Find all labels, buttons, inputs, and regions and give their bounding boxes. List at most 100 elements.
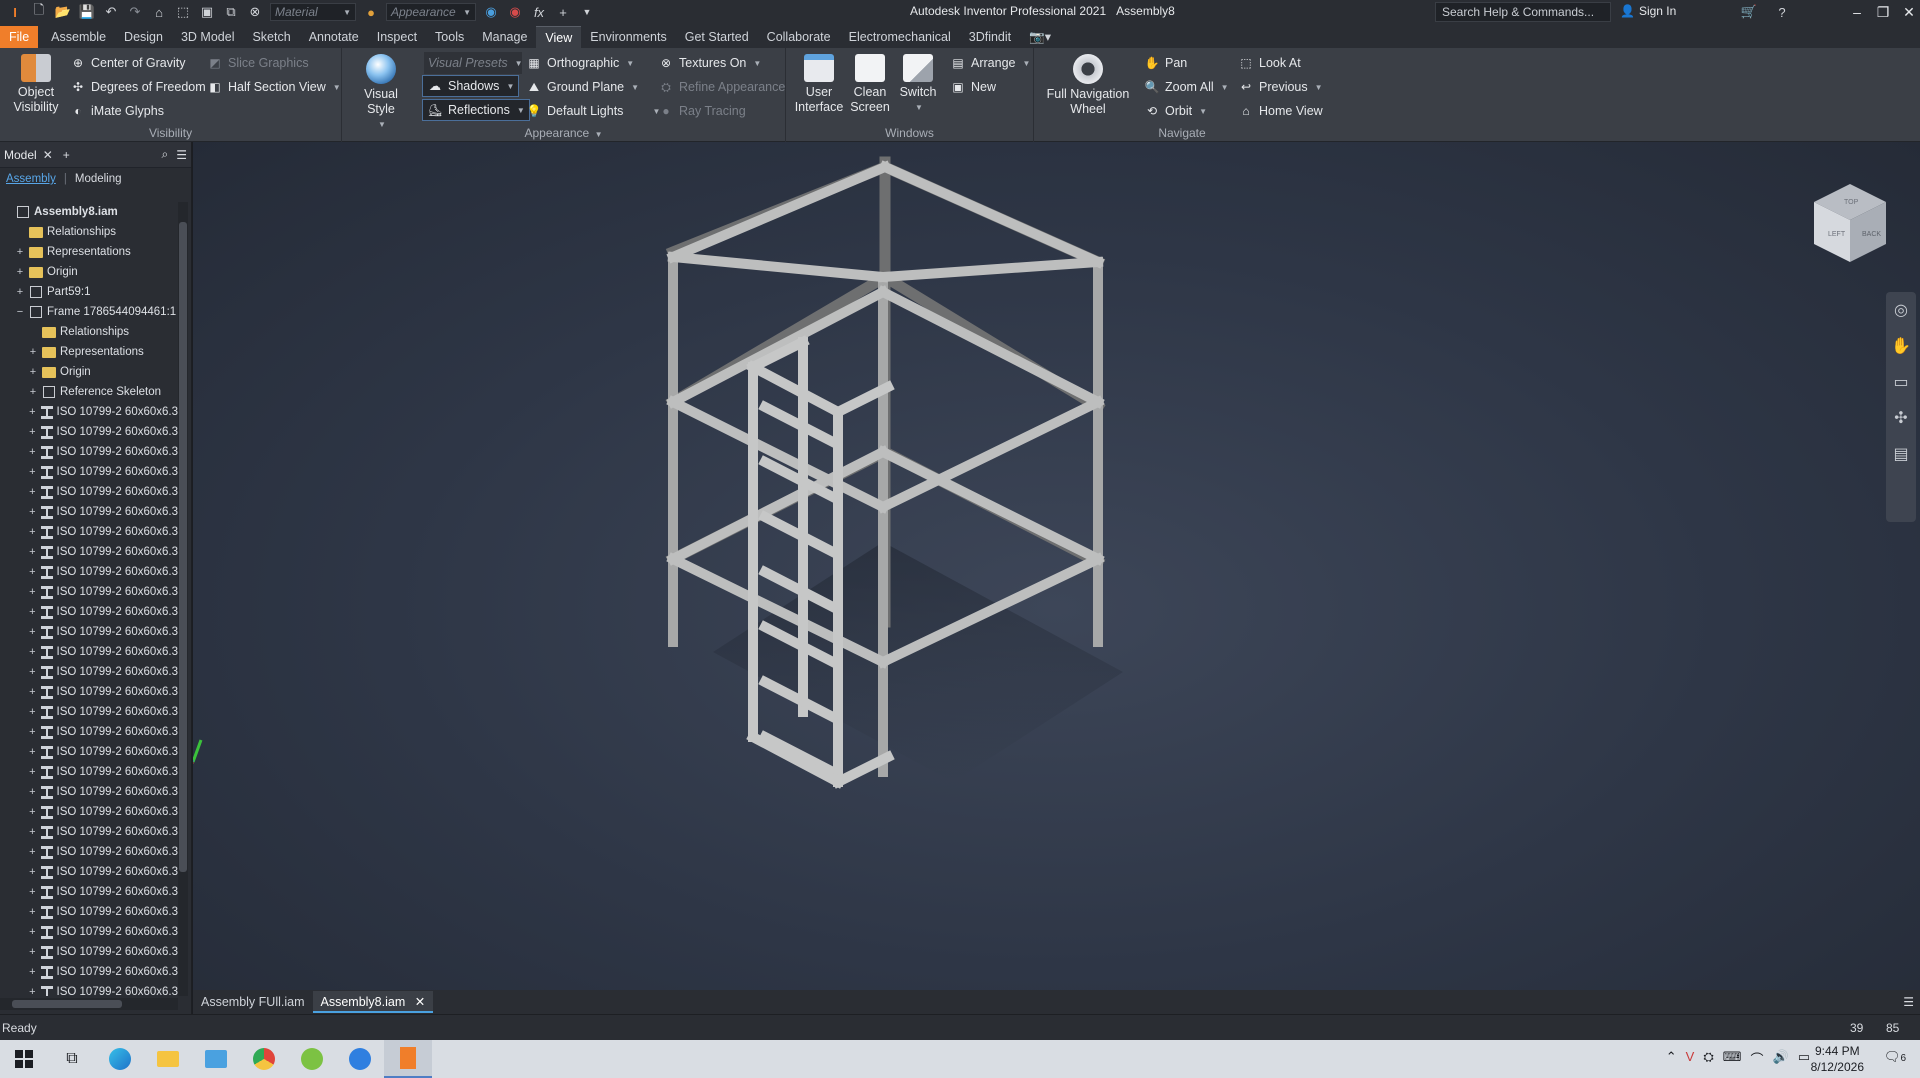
browser-node[interactable]: + ISO 10799-2 60x60x6.3 <box>0 802 178 822</box>
user-interface-button[interactable]: User Interface <box>795 54 843 115</box>
tab-design[interactable]: Design <box>115 26 172 48</box>
file-explorer-app[interactable] <box>144 1040 192 1078</box>
expand-toggle-icon[interactable]: + <box>28 746 37 758</box>
browser-node[interactable]: + Part59:1 <box>0 282 178 302</box>
sign-in-button[interactable]: 👤 Sign In <box>1620 4 1676 18</box>
expand-toggle-icon[interactable]: + <box>28 866 37 878</box>
expand-toggle-icon[interactable]: + <box>28 386 38 398</box>
browser-node[interactable]: + ISO 10799-2 60x60x6.3 <box>0 422 178 442</box>
ribbon-camera-menu-icon[interactable]: 📷▾ <box>1020 26 1060 48</box>
degrees-of-freedom-button[interactable]: ✣ Degrees of Freedom <box>70 76 206 98</box>
expand-toggle-icon[interactable]: + <box>28 466 37 478</box>
look-at-button[interactable]: ⬚ Look At <box>1238 52 1300 74</box>
browser-node[interactable]: + ISO 10799-2 60x60x6.3 <box>0 982 178 996</box>
add-browser-tab-icon[interactable]: + <box>63 148 70 162</box>
browser-node[interactable]: + ISO 10799-2 60x60x6.3 <box>0 602 178 622</box>
expand-toggle-icon[interactable]: + <box>28 986 37 996</box>
appearance-panel-title[interactable]: Appearance ▼ <box>342 126 785 140</box>
full-navigation-wheel-button[interactable]: Full Navigation Wheel <box>1042 54 1134 117</box>
browser-node[interactable]: + ISO 10799-2 60x60x6.3 <box>0 742 178 762</box>
browser-scroll-thumb[interactable] <box>179 222 187 872</box>
expand-toggle-icon[interactable]: + <box>28 766 37 778</box>
tab-view[interactable]: View <box>536 26 582 48</box>
nav-look-at-icon[interactable]: ▤ <box>1886 436 1916 472</box>
zoom-all-button[interactable]: 🔍 Zoom All ▼ <box>1144 76 1229 98</box>
open-icon[interactable]: 📂 <box>54 3 72 21</box>
search-help-input[interactable]: Search Help & Commands... <box>1435 2 1611 22</box>
default-lights-combo[interactable]: 💡 Default Lights ▼ <box>526 100 661 122</box>
browser-node[interactable]: + ISO 10799-2 60x60x6.3 <box>0 862 178 882</box>
expand-toggle-icon[interactable]: + <box>15 246 25 258</box>
browser-node[interactable]: + Representations <box>0 242 178 262</box>
browser-node[interactable]: + Representations <box>0 342 178 362</box>
material-combo[interactable]: Material ▼ <box>270 3 356 21</box>
pan-button[interactable]: ✋ Pan <box>1144 52 1188 74</box>
expand-toggle-icon[interactable]: + <box>28 906 37 918</box>
model-tab[interactable]: Model <box>4 148 37 162</box>
switch-button[interactable]: Switch ▼ <box>896 54 940 115</box>
home-view-button[interactable]: ⌂ Home View <box>1238 100 1322 122</box>
browser-node[interactable]: Relationships <box>0 222 178 242</box>
graphics-viewport[interactable]: LEFT BACK TOP ◎ ✋ ▭ ✣ ▤ <box>193 142 1920 990</box>
browser-node[interactable]: + ISO 10799-2 60x60x6.3 <box>0 782 178 802</box>
expand-toggle-icon[interactable]: + <box>28 946 37 958</box>
green-app[interactable] <box>288 1040 336 1078</box>
zalo-app[interactable] <box>336 1040 384 1078</box>
browser-node[interactable]: + Reference Skeleton <box>0 382 178 402</box>
expand-toggle-icon[interactable]: + <box>28 486 37 498</box>
orbit-button[interactable]: ⟲ Orbit ▼ <box>1144 100 1207 122</box>
expand-toggle-icon[interactable]: + <box>28 626 37 638</box>
browser-node[interactable]: − Frame 1786544094461:1 <box>0 302 178 322</box>
browser-vertical-scrollbar[interactable] <box>178 202 188 996</box>
tab-manage[interactable]: Manage <box>473 26 536 48</box>
close-window-button[interactable]: ✕ <box>1898 2 1920 22</box>
notifications-button[interactable]: 🗨6 <box>1884 1049 1906 1065</box>
clear-appearance-icon[interactable]: ⊗ <box>246 3 264 21</box>
start-button[interactable] <box>0 1040 48 1078</box>
task-view-button[interactable]: ⧉ <box>48 1040 96 1078</box>
nav-zoom-icon[interactable]: ▭ <box>1886 364 1916 400</box>
expand-toggle-icon[interactable]: + <box>28 366 38 378</box>
arrange-button[interactable]: ▤ Arrange ▼ <box>950 52 1030 74</box>
browser-node[interactable]: + ISO 10799-2 60x60x6.3 <box>0 502 178 522</box>
taskbar-clock[interactable]: 9:44 PM 8/12/2026 <box>1811 1043 1864 1075</box>
visual-presets-combo[interactable]: Visual Presets ▼ <box>424 52 523 74</box>
tray-expand-icon[interactable]: ⌃ <box>1666 1049 1677 1068</box>
modeling-subtab[interactable]: Modeling <box>75 173 122 185</box>
visual-style-button[interactable]: Visual Style ▼ <box>350 54 412 132</box>
browser-node[interactable]: + ISO 10799-2 60x60x6.3 <box>0 682 178 702</box>
browser-node[interactable]: + ISO 10799-2 60x60x6.3 <box>0 582 178 602</box>
browser-node[interactable]: + ISO 10799-2 60x60x6.3 <box>0 542 178 562</box>
tab-get-started[interactable]: Get Started <box>676 26 758 48</box>
orthographic-button[interactable]: ▦ Orthographic ▼ <box>526 52 634 74</box>
browser-node[interactable]: + Origin <box>0 362 178 382</box>
minimize-button[interactable]: – <box>1846 2 1868 22</box>
expand-toggle-icon[interactable]: + <box>28 426 37 438</box>
browser-node[interactable]: Assembly8.iam <box>0 202 178 222</box>
viewcube[interactable]: LEFT BACK TOP <box>1810 182 1890 269</box>
browser-node[interactable]: + ISO 10799-2 60x60x6.3 <box>0 962 178 982</box>
browser-node[interactable]: + ISO 10799-2 60x60x6.3 <box>0 462 178 482</box>
control-panel-app[interactable] <box>192 1040 240 1078</box>
expand-toggle-icon[interactable]: + <box>28 446 37 458</box>
tab-inspect[interactable]: Inspect <box>368 26 426 48</box>
browser-node[interactable]: + ISO 10799-2 60x60x6.3 <box>0 922 178 942</box>
select-icon[interactable]: ⬚ <box>174 3 192 21</box>
expand-toggle-icon[interactable]: + <box>28 706 37 718</box>
expand-toggle-icon[interactable]: + <box>15 266 25 278</box>
add-icon[interactable]: + <box>554 3 572 21</box>
adjust-appearance-icon[interactable]: ◉ <box>482 3 500 21</box>
tab-file[interactable]: File <box>0 26 39 48</box>
expand-toggle-icon[interactable]: + <box>28 546 37 558</box>
browser-node[interactable]: + ISO 10799-2 60x60x6.3 <box>0 622 178 642</box>
expand-toggle-icon[interactable]: + <box>28 406 37 418</box>
undo-icon[interactable]: ↶ <box>102 3 120 21</box>
frame-model-render[interactable] <box>193 142 1920 990</box>
appearance-combo[interactable]: Appearance ▼ <box>386 3 476 21</box>
textures-on-button[interactable]: ⊗ Textures On ▼ <box>658 52 761 74</box>
slice-graphics-button[interactable]: ◩ Slice Graphics <box>207 52 308 74</box>
tab-tools[interactable]: Tools <box>426 26 473 48</box>
browser-node[interactable]: + ISO 10799-2 60x60x6.3 <box>0 902 178 922</box>
update-icon[interactable]: ▣ <box>198 3 216 21</box>
tray-volume-icon[interactable]: 🔊 <box>1773 1049 1789 1068</box>
